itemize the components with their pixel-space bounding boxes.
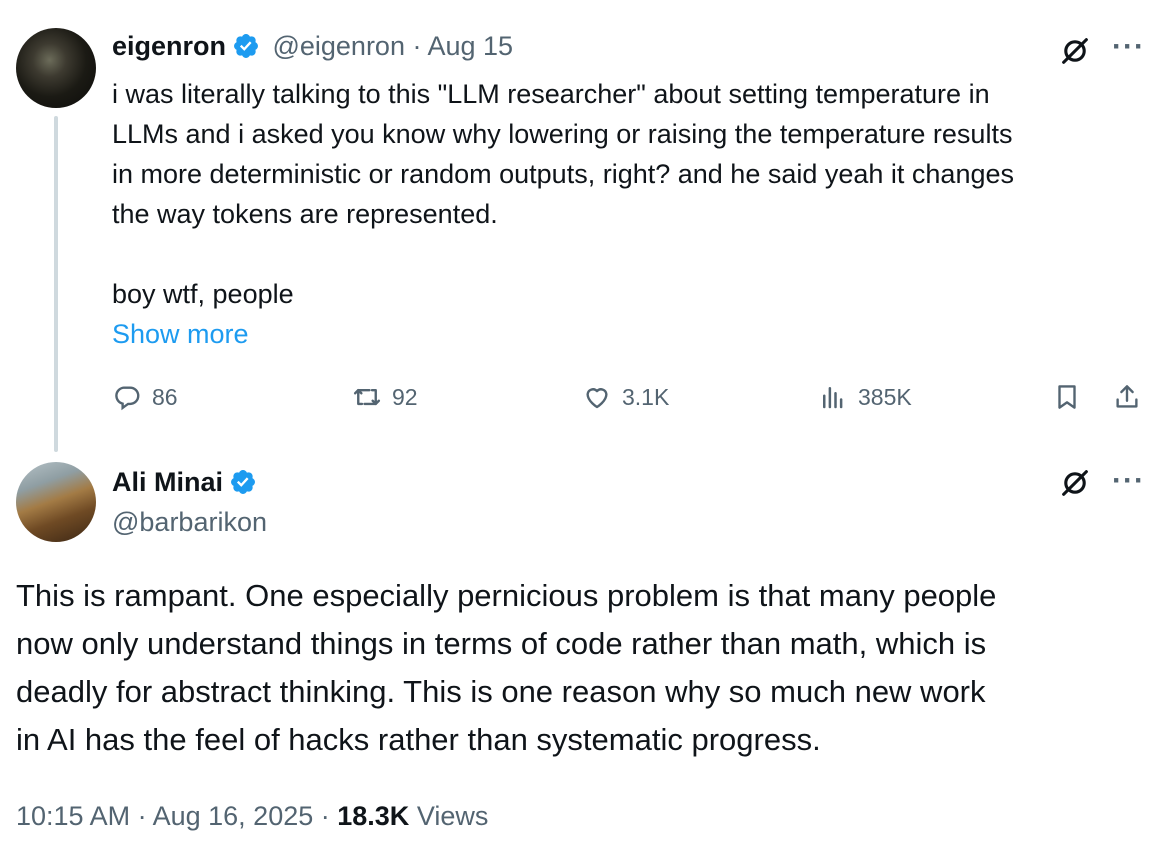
grok-icon[interactable] bbox=[1058, 466, 1092, 500]
grok-icon[interactable] bbox=[1058, 34, 1092, 68]
tweet2-text: This is rampant. One especially pernicio… bbox=[16, 578, 997, 757]
meta-separator: · bbox=[313, 801, 338, 831]
tweet2-time[interactable]: 10:15 AM bbox=[16, 801, 130, 831]
bookmark-icon[interactable] bbox=[1052, 382, 1082, 412]
tweet2-views-count: 18.3K bbox=[337, 801, 410, 831]
tweet1-separator: · bbox=[404, 31, 428, 61]
reply-count: 86 bbox=[152, 384, 178, 410]
avatar-ali-minai[interactable] bbox=[16, 462, 96, 542]
views-button[interactable]: 385K bbox=[818, 382, 912, 412]
like-button[interactable]: 3.1K bbox=[582, 382, 669, 412]
views-icon bbox=[823, 387, 843, 409]
meta-separator: · bbox=[130, 801, 153, 831]
tweet2-author-name[interactable]: Ali Minai bbox=[112, 467, 223, 497]
show-more-link[interactable]: Show more bbox=[112, 314, 249, 354]
tweet2-handle[interactable]: @barbarikon bbox=[112, 506, 267, 538]
thread-connector-line bbox=[54, 116, 58, 452]
verified-badge-icon bbox=[231, 470, 255, 494]
tweet2-meta: 10:15 AM · Aug 16, 2025 · 18.3K Views bbox=[16, 796, 488, 836]
more-icon[interactable]: ··· bbox=[1112, 466, 1145, 496]
tweet1-handle[interactable]: @eigenron bbox=[272, 31, 405, 61]
more-icon[interactable]: ··· bbox=[1112, 32, 1145, 62]
like-icon bbox=[586, 388, 608, 409]
tweet1-header: eigenron @eigenron · Aug 15 bbox=[112, 30, 513, 62]
reply-button[interactable]: 86 bbox=[112, 382, 178, 412]
views-count: 385K bbox=[858, 384, 912, 410]
tweet1-text: i was literally talking to this "LLM res… bbox=[112, 79, 1014, 309]
tweet2-author-row: Ali Minai bbox=[112, 466, 257, 498]
share-icon[interactable] bbox=[1112, 382, 1142, 412]
tweet2-views-label: Views bbox=[416, 801, 489, 831]
tweet1-date[interactable]: Aug 15 bbox=[427, 31, 513, 61]
repost-button[interactable]: 92 bbox=[352, 382, 418, 412]
repost-count: 92 bbox=[392, 384, 418, 410]
tweet1-author-name[interactable]: eigenron bbox=[112, 31, 226, 61]
tweet2-date[interactable]: Aug 16, 2025 bbox=[153, 801, 314, 831]
reply-icon bbox=[115, 386, 140, 411]
repost-icon bbox=[353, 388, 381, 406]
avatar-eigenron[interactable] bbox=[16, 28, 96, 108]
like-count: 3.1K bbox=[622, 384, 670, 410]
verified-badge-icon bbox=[234, 34, 258, 58]
